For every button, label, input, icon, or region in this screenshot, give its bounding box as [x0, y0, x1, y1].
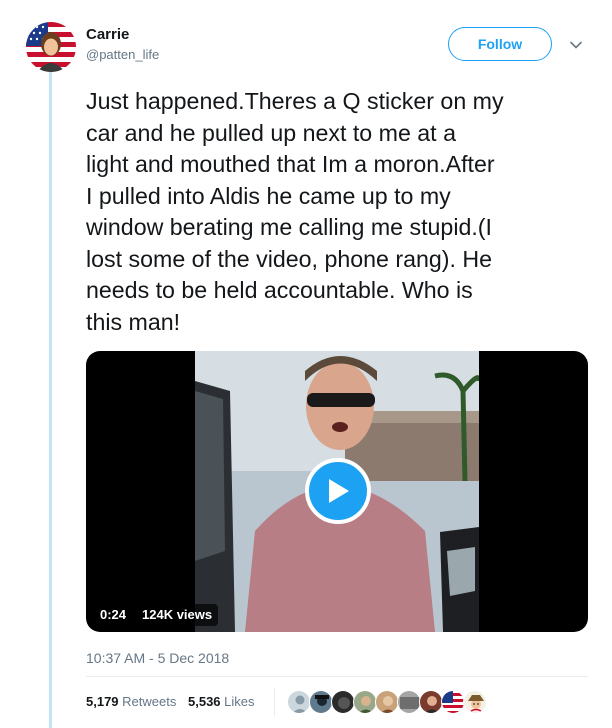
liker-avatar[interactable]	[287, 690, 311, 714]
stats-separator	[274, 688, 275, 716]
tweet-text: Just happened.Theres a Q sticker on my c…	[86, 86, 594, 338]
liker-avatar[interactable]	[397, 690, 421, 714]
play-icon	[329, 479, 349, 503]
liker-avatar[interactable]	[463, 690, 487, 714]
retweets-stat[interactable]: 5,179 Retweets	[86, 694, 176, 709]
tweet-line: window berating me calling me stupid.(I	[86, 214, 492, 240]
video-player[interactable]: 0:24 124K views	[86, 351, 588, 632]
tweet-stats: 5,179 Retweets 5,536 Likes	[86, 694, 263, 709]
liker-avatar[interactable]	[353, 690, 377, 714]
likes-label: Likes	[224, 694, 255, 709]
play-button[interactable]	[305, 458, 371, 524]
display-name[interactable]: Carrie	[86, 26, 129, 43]
chevron-down-icon[interactable]	[569, 38, 583, 52]
video-duration: 0:24	[94, 604, 133, 626]
liker-avatar[interactable]	[441, 690, 465, 714]
retweets-label: Retweets	[122, 694, 177, 709]
divider	[86, 676, 588, 677]
tweet-line: I pulled into Aldis he came up to my	[86, 182, 451, 209]
user-handle[interactable]: @patten_life	[86, 47, 159, 62]
likes-stat[interactable]: 5,536 Likes	[188, 694, 255, 709]
avatar[interactable]	[26, 22, 76, 72]
tweet-line: lost some of the video, phone rang). He	[86, 245, 493, 272]
tweet-timestamp[interactable]: 10:37 AM - 5 Dec 2018	[86, 650, 229, 666]
tweet-line: needs to be held accountable. Who is	[86, 277, 473, 303]
video-view-count: 124K views	[136, 604, 219, 626]
likes-count: 5,536	[188, 694, 221, 709]
tweet-line: car and he pulled up next to me at a	[86, 119, 456, 146]
liker-avatar[interactable]	[419, 690, 443, 714]
tweet-line: this man!	[86, 308, 181, 335]
tweet-line: Just happened.Theres a Q sticker on my	[86, 88, 504, 114]
liker-avatar[interactable]	[331, 690, 355, 714]
follow-button[interactable]: Follow	[448, 27, 552, 61]
thread-connector-line	[49, 66, 52, 728]
retweets-count: 5,179	[86, 694, 119, 709]
liker-avatar[interactable]	[375, 690, 399, 714]
tweet-line: light and mouthed that Im a moron.After	[86, 151, 495, 177]
liker-avatar[interactable]	[309, 690, 333, 714]
